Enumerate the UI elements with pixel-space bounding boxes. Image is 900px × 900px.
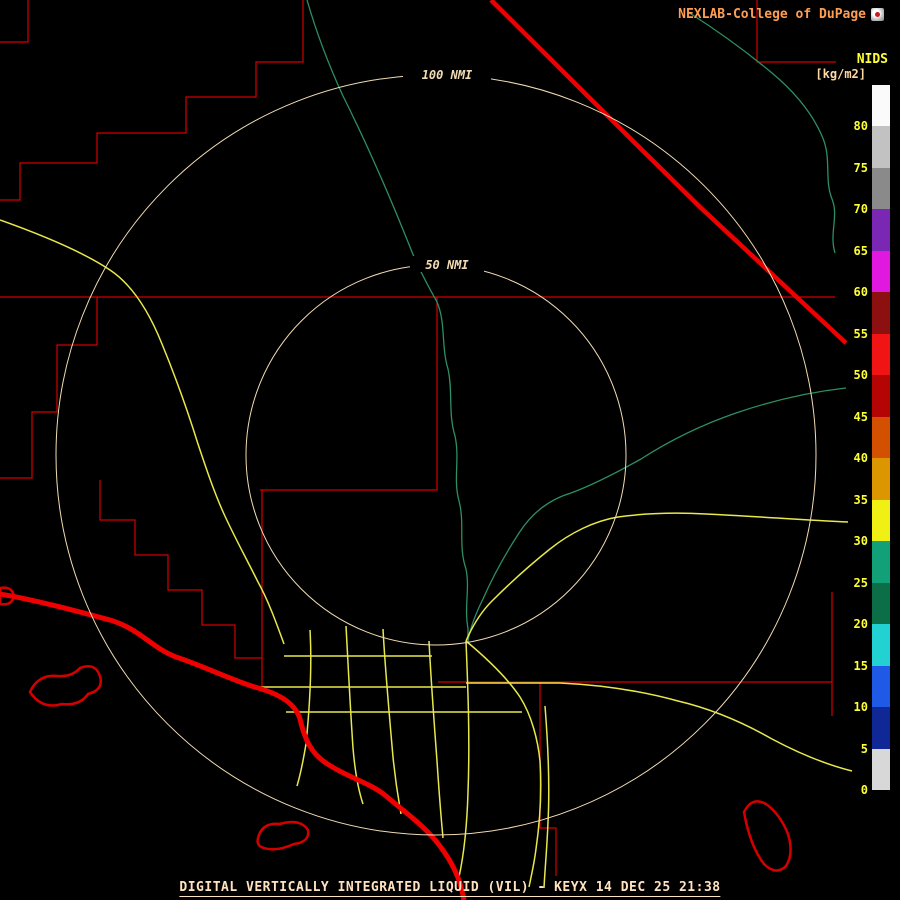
colorbar-tick-label: 45 [854, 410, 868, 424]
colorbar-tick-label: 80 [854, 119, 868, 133]
colorbar-segment [872, 334, 890, 375]
cod-logo-icon [871, 8, 884, 21]
highway-line [297, 630, 311, 786]
colorbar-tick-label: 5 [861, 742, 868, 756]
island-outline [258, 822, 309, 849]
product-title: DIGITAL VERTICALLY INTEGRATED LIQUID (VI… [179, 880, 720, 897]
product-code-label: NIDS [857, 52, 888, 67]
colorbar-segment [872, 209, 890, 250]
highways [0, 220, 852, 888]
colorbar-segment [872, 458, 890, 499]
county-line [0, 0, 28, 42]
colorbar-tick-label: 60 [854, 285, 868, 299]
colorbar-tick-label: 0 [861, 783, 868, 797]
highway-line [0, 220, 284, 644]
units-label: [kg/m2] [815, 67, 866, 81]
colorbar [872, 85, 890, 790]
county-line [100, 480, 262, 658]
colorbar-tick-label: 55 [854, 327, 868, 341]
colorbar-tick-label: 30 [854, 534, 868, 548]
county-line [260, 297, 437, 490]
colorbar-segment [872, 126, 890, 167]
inner-ring-label: 50 NMI [425, 258, 469, 272]
county-boundaries [0, 0, 836, 876]
colorbar-segment [872, 375, 890, 416]
range-rings [56, 75, 816, 835]
colorbar-tick-label: 10 [854, 700, 868, 714]
brand-text: NEXLAB-College of DuPage [678, 7, 866, 22]
colorbar-segment [872, 707, 890, 748]
county-line [0, 297, 97, 478]
colorbar-segment [872, 417, 890, 458]
river-line [468, 388, 846, 641]
colorbar-ticks: 80757065605550454035302520151050 [838, 85, 868, 797]
colorbar-tick-label: 50 [854, 368, 868, 382]
colorbar-segment [872, 292, 890, 333]
highway-line [466, 513, 848, 641]
islands [0, 588, 791, 871]
colorbar-segment [872, 666, 890, 707]
colorbar-tick-label: 20 [854, 617, 868, 631]
colorbar-tick-label: 75 [854, 161, 868, 175]
river-line [307, 0, 468, 644]
colorbar-segment [872, 85, 890, 126]
highway-line [544, 706, 549, 888]
colorbar-segment [872, 500, 890, 541]
colorbar-tick-label: 65 [854, 244, 868, 258]
colorbar-segment [872, 168, 890, 209]
outer-ring-label: 100 NMI [422, 68, 473, 82]
range-ring-50nmi [246, 265, 626, 645]
rivers [307, 0, 846, 644]
county-line [0, 0, 303, 200]
colorbar-tick-label: 35 [854, 493, 868, 507]
colorbar-segment [872, 583, 890, 624]
highway-line [466, 641, 541, 887]
highway-line [459, 641, 469, 877]
state-boundary [491, 0, 846, 343]
island-outline [30, 666, 101, 705]
colorbar-segment [872, 251, 890, 292]
island-outline [744, 801, 791, 870]
radar-map: 100 NMI 50 NMI [0, 0, 900, 900]
colorbar-tick-label: 40 [854, 451, 868, 465]
brand-header: NEXLAB-College of DuPage [678, 7, 884, 22]
colorbar-tick-label: 70 [854, 202, 868, 216]
colorbar-tick-label: 15 [854, 659, 868, 673]
colorbar-segment [872, 541, 890, 582]
highway-line [429, 641, 443, 838]
radar-screen: 100 NMI 50 NMI NEXLAB-College of DuPage … [0, 0, 900, 900]
colorbar-tick-label: 25 [854, 576, 868, 590]
colorbar-segment [872, 624, 890, 665]
colorbar-segment [872, 749, 890, 790]
range-ring-100nmi [56, 75, 816, 835]
highway-line [466, 683, 852, 771]
state-line [491, 0, 846, 343]
